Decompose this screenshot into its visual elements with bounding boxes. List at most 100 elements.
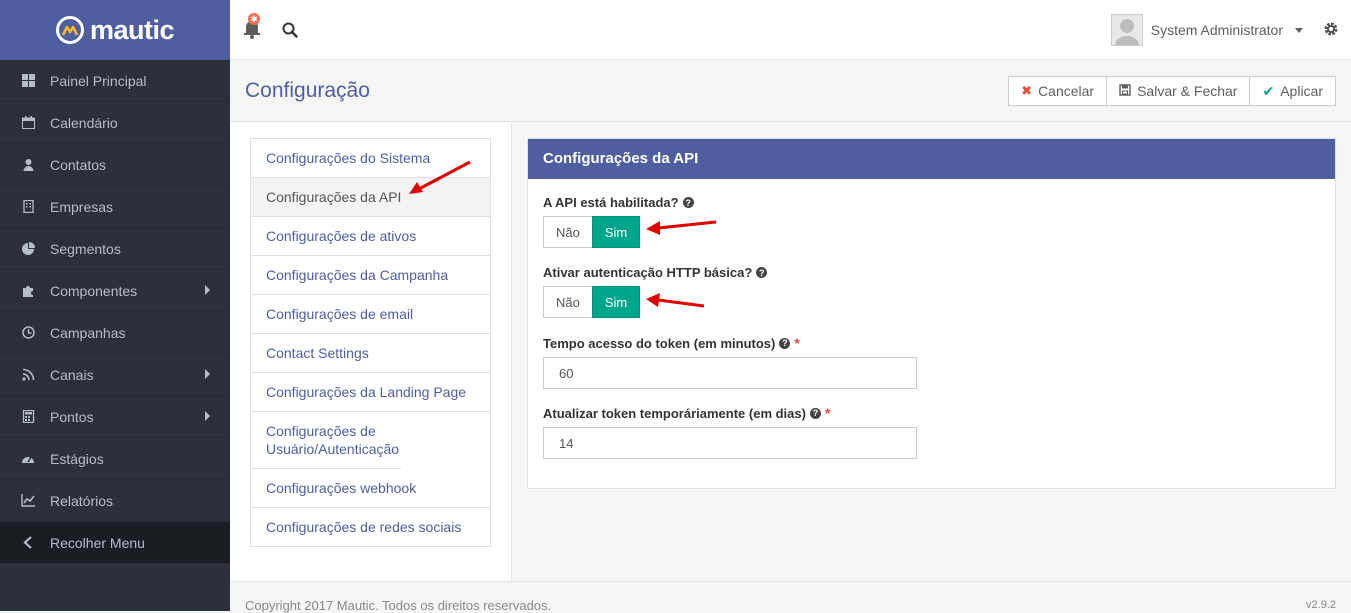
collapse-menu-button[interactable]: Recolher Menu (0, 522, 230, 564)
logo-bar: mautic (0, 0, 230, 60)
config-menu-item[interactable]: Configurações de Usuário/Autenticação (251, 412, 401, 469)
sidebar-item-label: Contatos (50, 156, 107, 173)
chevron-down-icon (1295, 27, 1303, 33)
basic-auth-yes-button[interactable]: Sim (591, 286, 641, 318)
sidebar-item-calendário[interactable]: Calendário (0, 102, 230, 144)
config-menu-item[interactable]: Configurações de email (251, 295, 490, 334)
chevron-right-icon (205, 369, 210, 379)
calculator-icon (20, 409, 36, 425)
version-text: v2.9.2 (1306, 599, 1336, 611)
help-icon[interactable]: ? (809, 407, 821, 419)
page-title: Configuração (245, 79, 370, 102)
config-menu-item[interactable]: Configurações da Campanha (251, 256, 490, 295)
annotation-arrow-api-menu (409, 160, 471, 194)
search-icon[interactable] (282, 22, 298, 43)
sidebar-item-label: Estágios (50, 450, 104, 467)
save-icon (1119, 83, 1131, 99)
puzzle-icon (20, 283, 36, 299)
config-menu-item[interactable]: Configurações de redes sociais (251, 508, 490, 546)
help-icon[interactable]: ? (682, 197, 694, 208)
annotation-arrow-api-toggle (646, 220, 717, 235)
sidebar-item-label: Segmentos (50, 240, 121, 257)
sidebar-item-relatórios[interactable]: Relatórios (0, 480, 230, 522)
gear-icon[interactable] (1323, 21, 1339, 42)
sidebar-item-componentes[interactable]: Componentes (0, 270, 230, 312)
config-menu-item[interactable]: Contact Settings (251, 334, 490, 373)
help-icon[interactable]: ? (779, 337, 791, 349)
api-enabled-text: A API está habilitada? (543, 195, 679, 210)
sidebar-item-label: Relatórios (50, 492, 114, 509)
save-close-button[interactable]: Salvar & Fechar (1106, 76, 1251, 106)
brand-name: mautic (89, 14, 175, 45)
sidebar-item-segmentos[interactable]: Segmentos (0, 228, 230, 270)
sidebar-item-canais[interactable]: Canais (0, 354, 230, 396)
sidebar-item-campanhas[interactable]: Campanhas (0, 312, 230, 354)
sidebar-item-label: Pontos (50, 408, 94, 425)
sidebar-item-label: Componentes (50, 282, 138, 299)
user-name: System Administrator (1150, 22, 1283, 38)
user-menu[interactable]: System Administrator (1110, 14, 1303, 46)
line-chart-icon (20, 493, 36, 509)
sidebar-item-label: Empresas (50, 198, 114, 215)
sidebar-item-painel-principal[interactable]: Painel Principal (0, 60, 230, 102)
sidebar-item-contatos[interactable]: Contatos (0, 144, 230, 186)
chevron-left-icon (20, 535, 36, 551)
basic-auth-no-button[interactable]: Não (543, 286, 593, 318)
notifications-icon[interactable]: ✱ (242, 13, 262, 44)
sidebar-item-estágios[interactable]: Estágios (0, 438, 230, 480)
config-menu: Configurações do Sistema Configurações da… (250, 138, 491, 547)
panel-title: Configurações da API (528, 139, 1335, 179)
config-menu-column: Configurações do Sistema Configurações da… (230, 122, 512, 581)
token-lifetime-text: Tempo acesso do token (em minutos) (543, 335, 776, 351)
chevron-right-icon (205, 285, 210, 295)
refresh-token-text: Atualizar token temporáriamente (em dias… (543, 405, 806, 421)
mautic-logo-icon (55, 16, 84, 44)
topbar: ✱ System Administrator (230, 0, 1351, 60)
content-area: Configurações da API A API está habilita… (512, 122, 1351, 581)
help-icon[interactable]: ? (756, 267, 768, 278)
required-marker: * (824, 405, 831, 421)
token-lifetime-group: Tempo acesso do token (em minutos) ? * 6… (543, 335, 917, 389)
sidebar-item-label: Painel Principal (50, 72, 147, 89)
tachometer-icon (20, 451, 36, 467)
svg-text:✱: ✱ (250, 15, 258, 25)
check-icon: ✔ (1262, 82, 1275, 99)
api-enabled-yes-button[interactable]: Sim (591, 216, 641, 248)
api-enabled-no-button[interactable]: Não (543, 216, 593, 248)
api-settings-panel: Configurações da API A API está habilita… (527, 138, 1336, 489)
config-menu-item[interactable]: Configurações webhook (251, 469, 490, 508)
apply-button[interactable]: ✔ Aplicar (1249, 76, 1336, 106)
building-icon (20, 199, 36, 215)
user-icon (20, 157, 36, 173)
sidebar-item-empresas[interactable]: Empresas (0, 186, 230, 228)
config-menu-item[interactable]: Configurações de ativos (251, 217, 490, 256)
refresh-token-label: Atualizar token temporáriamente (em dias… (543, 405, 917, 421)
sidebar-item-label: Campanhas (50, 324, 126, 341)
annotation-arrow-basic-auth (646, 293, 705, 308)
token-lifetime-input[interactable]: 60 (543, 357, 917, 389)
footer: Copyright 2017 Mautic. Todos os direitos… (230, 581, 1351, 613)
chevron-right-icon (205, 411, 210, 421)
config-menu-item[interactable]: Configurações da Landing Page (251, 373, 490, 412)
rss-icon (20, 367, 36, 383)
cancel-label: Cancelar (1038, 83, 1095, 99)
pie-chart-icon (20, 241, 36, 257)
sidebar-item-label: Calendário (50, 114, 118, 131)
required-marker: * (794, 335, 800, 351)
avatar (1110, 14, 1143, 46)
clock-icon (20, 325, 36, 341)
api-enabled-label: A API está habilitada? ? (543, 195, 694, 210)
cancel-button[interactable]: ✖ Cancelar (1008, 76, 1108, 106)
page-header: Configuração ✖ Cancelar Salvar & Fechar … (230, 60, 1351, 122)
collapse-menu-label: Recolher Menu (50, 534, 145, 551)
sidebar-item-pontos[interactable]: Pontos (0, 396, 230, 438)
mautic-logo[interactable]: mautic (55, 14, 175, 46)
sidebar: mautic Painel Principal Calendário Contato… (0, 0, 230, 611)
refresh-token-group: Atualizar token temporáriamente (em dias… (543, 405, 917, 459)
header-buttons: ✖ Cancelar Salvar & Fechar ✔ Aplicar (1008, 76, 1336, 106)
basic-auth-text: Ativar autenticação HTTP básica? (543, 265, 753, 280)
refresh-token-input[interactable]: 14 (543, 427, 917, 459)
calendar-icon (20, 115, 36, 131)
token-lifetime-label: Tempo acesso do token (em minutos) ? * (543, 335, 917, 351)
sidebar-item-label: Canais (50, 366, 94, 383)
